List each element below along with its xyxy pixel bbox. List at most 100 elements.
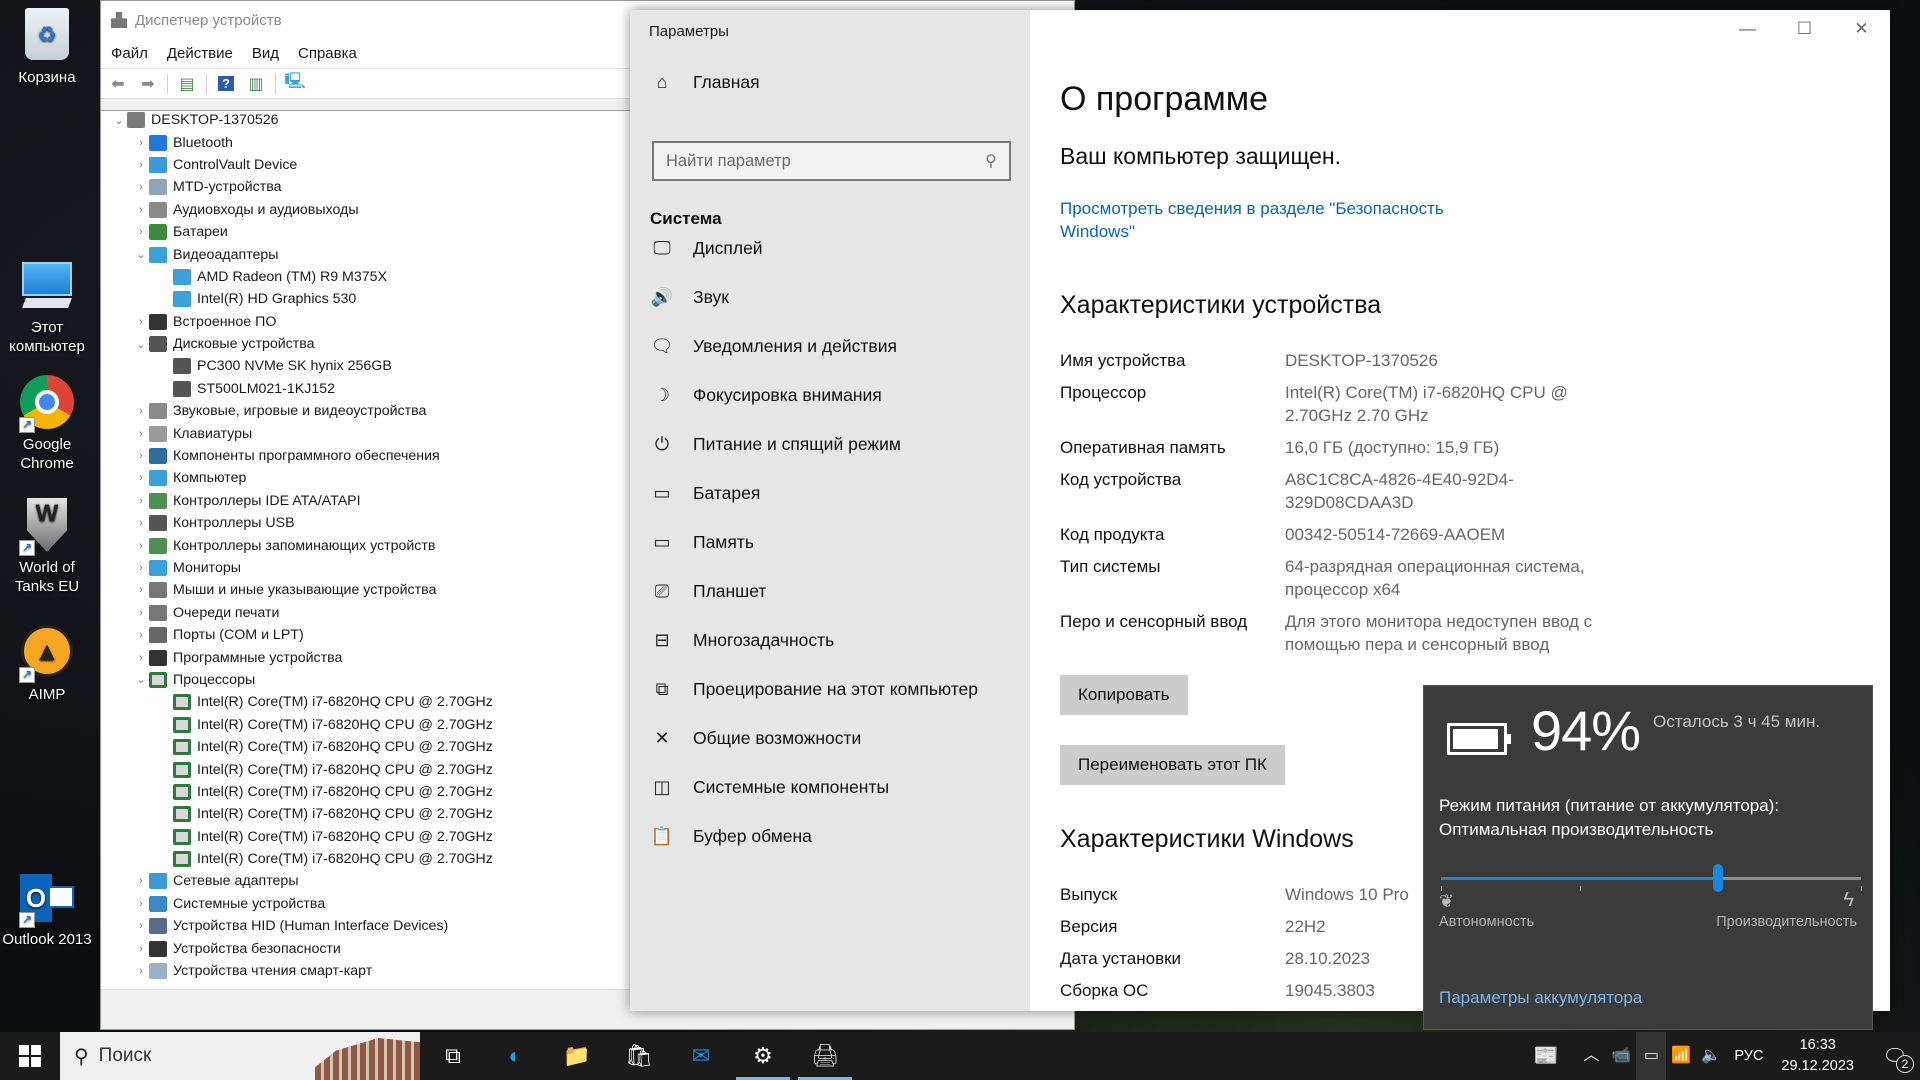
chevron-right-icon[interactable]: › [133,875,149,887]
nav-item-notifications[interactable]: 🗨 Уведомления и действия [630,322,1030,370]
chevron-down-icon[interactable]: ⌄ [133,248,149,261]
scan-hardware-icon[interactable]: 🖳 [284,73,306,94]
chevron-right-icon[interactable]: › [133,607,149,619]
desktop-icon-chrome[interactable]: ↗ Google Chrome [0,375,94,473]
spec-value[interactable]: A8C1C8CA-4826-4E40-92D4-329D08CDAA3D [1285,468,1625,514]
help-icon[interactable]: ? [215,74,237,94]
tree-label: Intel(R) Core(TM) i7-6820HQ CPU @ 2.70GH… [197,806,493,823]
sound-icon: 🔊 [650,286,674,307]
menu-help[interactable]: Справка [298,45,357,62]
taskbar-app-file-explorer[interactable]: 📁 [546,1032,608,1080]
chevron-right-icon[interactable]: › [133,540,149,552]
settings-search-input[interactable] [666,151,986,171]
tree-label: Мыши и иные указывающие устройства [173,582,437,599]
start-button[interactable] [0,1032,60,1080]
chevron-down-icon[interactable]: ⌄ [133,673,149,686]
desktop-icon-outlook[interactable]: O ↗ Outlook 2013 [0,870,94,949]
desktop-icon-label: Outlook 2013 [2,931,92,948]
windows-security-link[interactable]: Просмотреть сведения в разделе "Безопасн… [1060,197,1480,243]
show-hidden-icons-chevron-icon[interactable]: ︿ [1576,1032,1606,1080]
news-widget-icon[interactable]: 📰 [1516,1032,1576,1080]
desktop-icon-aimp[interactable]: ▲ ↗ AIMP [0,625,94,704]
chevron-down-icon[interactable]: ⌄ [133,338,149,351]
chevron-right-icon[interactable]: › [133,226,149,238]
chevron-right-icon[interactable]: › [133,517,149,529]
chevron-right-icon[interactable]: › [133,920,149,932]
taskbar-app-task-view[interactable]: ⧉ [422,1032,484,1080]
tree-label: Intel(R) Core(TM) i7-6820HQ CPU @ 2.70GH… [197,694,493,711]
nav-item-storage[interactable]: ▭ Память [630,518,1030,566]
taskbar-app-edge[interactable]: ◐ [484,1032,546,1080]
menu-action[interactable]: Действие [167,45,233,62]
nav-item-sound[interactable]: 🔊 Звук [630,273,1030,321]
volume-icon[interactable]: 🔈 [1696,1032,1726,1080]
taskbar-app-microsoft-store[interactable]: 🛍 [608,1032,670,1080]
chevron-right-icon[interactable]: › [133,629,149,641]
taskbar-search-input[interactable] [98,1045,259,1067]
slider-thumb[interactable] [1713,864,1724,892]
camera-icon[interactable]: 📹 [1606,1032,1636,1080]
spec-value[interactable]: 64-разрядная операционная система, проце… [1285,555,1625,601]
chevron-right-icon[interactable]: › [133,204,149,216]
chevron-right-icon[interactable]: › [133,450,149,462]
taskbar-app-settings[interactable]: ⚙ [732,1032,794,1080]
settings-search[interactable]: ⚲ [652,141,1011,181]
search-icon[interactable]: ⚲ [985,151,997,171]
chevron-right-icon[interactable]: › [133,405,149,417]
nav-home[interactable]: ⌂ Главная [630,58,1030,106]
slider-label-battery-life: Автономность [1439,914,1535,930]
power-mode-slider[interactable] [1441,864,1862,894]
nav-item-power[interactable]: ⏻ Питание и спящий режим [630,420,1030,468]
chevron-right-icon[interactable]: › [133,428,149,440]
battery-tray-icon[interactable]: ▭ [1636,1032,1667,1080]
chevron-right-icon[interactable]: › [133,472,149,484]
wifi-icon[interactable]: 📶 [1666,1032,1696,1080]
desktop-icon-recycle-bin[interactable]: ♻ Корзина [0,8,94,87]
nav-item-focus-assist-moon[interactable]: ☽ Фокусировка внимания [630,371,1030,419]
nav-item-battery[interactable]: ▭ Батарея [630,469,1030,517]
action-center-button[interactable]: 🗨 2 [1870,1032,1920,1080]
nav-item-system-components[interactable]: ◫ Системные компоненты [630,763,1030,811]
show-hide-console-tree-icon[interactable]: ▥ [245,74,267,94]
nav-item-projecting[interactable]: ⧉ Проецирование на этот компьютер [630,665,1030,713]
chevron-right-icon[interactable]: › [133,316,149,328]
nav-item-display[interactable]: 🖵 Дисплей [630,224,1030,272]
shortcut-arrow-icon: ↗ [19,667,35,683]
copy-button[interactable]: Копировать [1060,675,1188,715]
battery-settings-link[interactable]: Параметры аккумулятора [1439,988,1642,1008]
nav-item-multitasking[interactable]: ⊟ Многозадачность [630,616,1030,664]
spec-key: Дата установки [1060,949,1182,968]
input-language[interactable]: РУС [1734,1048,1763,1064]
forward-icon[interactable]: ➡ [137,74,159,94]
chevron-down-icon[interactable]: ⌄ [111,114,127,127]
chevron-right-icon[interactable]: › [133,181,149,193]
chevron-right-icon[interactable]: › [133,943,149,955]
menu-file[interactable]: Файл [111,45,148,62]
rename-pc-button[interactable]: Переименовать этот ПК [1060,745,1285,785]
menu-view[interactable]: Вид [252,45,279,62]
taskbar-app-mail[interactable]: ✉ [670,1032,732,1080]
chevron-right-icon[interactable]: › [133,898,149,910]
chevron-right-icon[interactable]: › [133,159,149,171]
nav-item-clipboard[interactable]: 📋 Буфер обмена [630,812,1030,860]
taskbar-search[interactable]: ⚲ [60,1032,420,1080]
chevron-right-icon[interactable]: › [133,137,149,149]
taskbar-app-device-manager[interactable]: 🖨 [794,1032,856,1080]
chevron-right-icon[interactable]: › [133,495,149,507]
properties-icon[interactable]: ▤ [176,74,198,94]
spec-value[interactable]: Для этого монитора недоступен ввод с пом… [1285,610,1625,656]
desktop-icon-this-pc[interactable]: Этот компьютер [0,258,94,356]
chevron-right-icon[interactable]: › [133,965,149,977]
spec-value[interactable]: 00342-50514-72669-AAOEM [1285,523,1625,546]
chevron-right-icon[interactable]: › [133,562,149,574]
desktop-icon-world-of-tanks[interactable]: W ↗ World of Tanks EU [0,498,94,596]
spec-value[interactable]: DESKTOP-1370526 [1285,349,1625,372]
clock[interactable]: 16:33 29.12.2023 [1781,1035,1854,1077]
nav-item-tablet-mode[interactable]: ⎚ Планшет [630,567,1030,615]
back-icon[interactable]: ⬅ [107,74,129,94]
chevron-right-icon[interactable]: › [133,584,149,596]
chevron-right-icon[interactable]: › [133,652,149,664]
spec-value[interactable]: Intel(R) Core(TM) i7-6820HQ CPU @ 2.70GH… [1285,381,1625,427]
nav-item-shared-experiences[interactable]: ✕ Общие возможности [630,714,1030,762]
spec-value[interactable]: 16,0 ГБ (доступно: 15,9 ГБ) [1285,436,1625,459]
